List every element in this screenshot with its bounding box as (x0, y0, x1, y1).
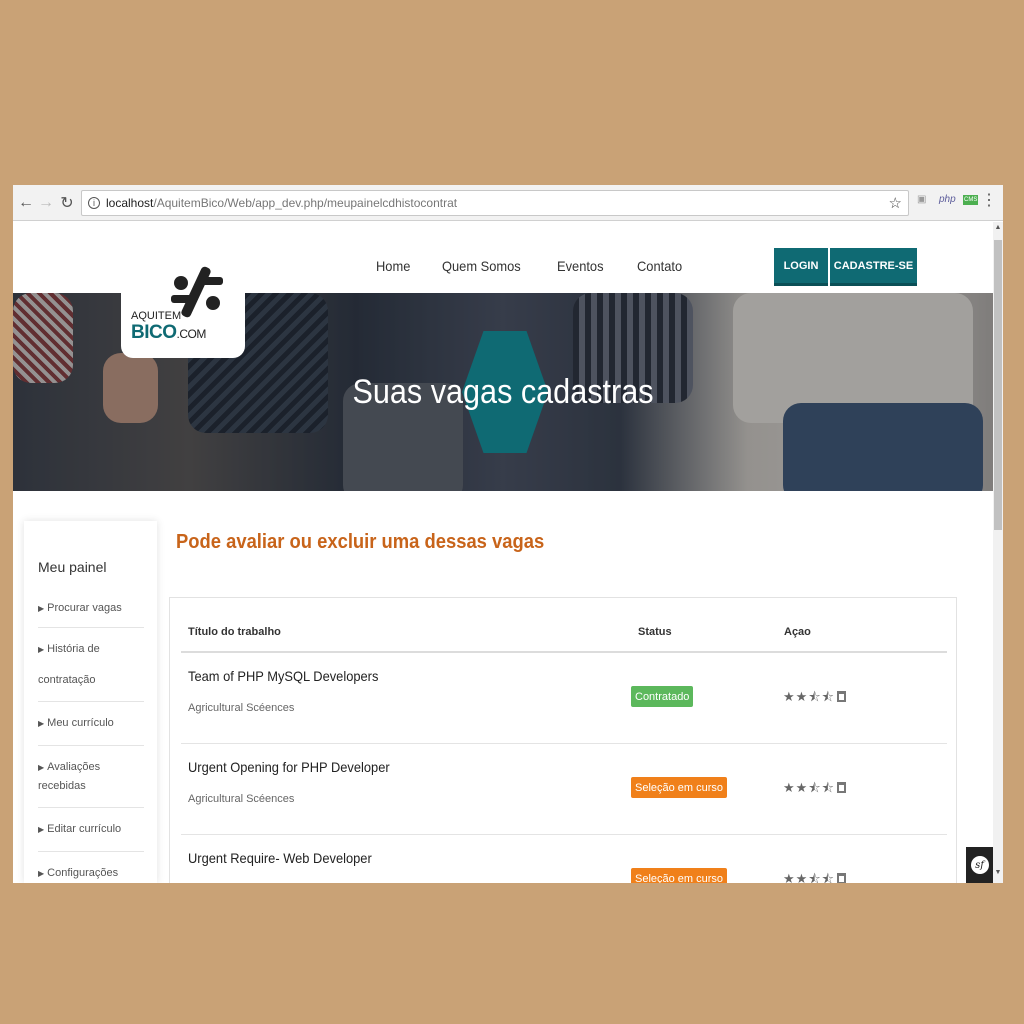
caret-right-icon: ▶ (38, 825, 45, 834)
trash-icon[interactable] (836, 691, 846, 702)
sidebar-item-meu-curriculo[interactable]: ▶ Meu currículo (38, 702, 144, 746)
caret-right-icon: ▶ (38, 763, 45, 772)
sidebar-item-label: Meu currículo (47, 717, 114, 729)
dashboard-sidebar: Meu painel ▶ Procurar vagas ▶ História de … (24, 521, 157, 883)
star-half-icon[interactable]: ⯪ (822, 689, 835, 704)
star-half-icon[interactable]: ⯪ (808, 780, 821, 795)
star-half-icon[interactable]: ⯪ (822, 871, 835, 883)
extension-icon[interactable]: ▣ (917, 194, 926, 205)
nav-contato[interactable]: Contato (637, 258, 682, 274)
section-heading: Pode avaliar ou excluir uma dessas vagas (176, 531, 545, 553)
address-bar[interactable]: i localhost/AquitemBico/Web/app_dev.php/… (81, 190, 909, 216)
logo-text-bico: BICO (131, 322, 177, 343)
back-icon[interactable]: ← (15, 192, 37, 214)
sidebar-item-label: Procurar vagas (47, 602, 122, 614)
trash-icon[interactable] (836, 873, 846, 883)
reload-icon[interactable]: ↻ (56, 192, 78, 214)
star-full-icon[interactable]: ★ (796, 780, 809, 795)
url-host: localhost (106, 196, 154, 210)
browser-window: ← → ↻ i localhost/AquitemBico/Web/app_de… (13, 185, 1003, 883)
status-badge: Contratado (631, 686, 694, 707)
symfony-icon: sf (970, 856, 989, 874)
job-category: Agricultural Scéences (188, 793, 295, 805)
column-header-action: Açao (784, 626, 811, 638)
sidebar-item-procurar-vagas[interactable]: ▶ Procurar vagas (38, 591, 144, 628)
scroll-up-icon[interactable]: ▲ (993, 224, 1003, 236)
row-actions: ★★⯪⯪ (783, 870, 846, 883)
sidebar-item-label: Configurações (47, 867, 119, 879)
status-badge: Seleção em curso (631, 868, 728, 883)
sidebar-item-editar-curriculo[interactable]: ▶ Editar currículo (38, 808, 144, 852)
row-actions: ★★⯪⯪ (783, 688, 846, 710)
column-header-status: Status (638, 626, 672, 638)
job-title[interactable]: Urgent Opening for PHP Developer (188, 759, 390, 775)
status-badge: Seleção em curso (631, 777, 728, 798)
symfony-toolbar-toggle[interactable]: sf (966, 847, 993, 883)
logo-text-main: BICO.COM (131, 322, 206, 344)
star-half-icon[interactable]: ⯪ (808, 689, 821, 704)
caret-right-icon: ▶ (38, 869, 45, 878)
star-full-icon[interactable]: ★ (783, 780, 796, 795)
page-scrollbar[interactable]: ▲ ▼ (993, 222, 1003, 883)
job-title[interactable]: Urgent Require- Web Developer (188, 850, 372, 866)
nav-home[interactable]: Home (376, 258, 410, 274)
page-title: Suas vagas cadastras (352, 373, 654, 411)
star-half-icon[interactable]: ⯪ (822, 780, 835, 795)
table-row: Team of PHP MySQL Developers Agricultura… (181, 653, 947, 744)
signup-button[interactable]: CADASTRE-SE (830, 248, 917, 286)
forward-icon[interactable]: → (35, 192, 57, 214)
trash-icon[interactable] (836, 782, 846, 793)
sidebar-title: Meu painel (38, 559, 107, 575)
jobs-table: Título do trabalho Status Açao Team of P… (169, 597, 957, 883)
caret-right-icon: ▶ (38, 719, 45, 728)
sidebar-menu: ▶ Procurar vagas ▶ História de contratação… (38, 591, 144, 883)
job-category: Agricultural Scéences (188, 702, 295, 714)
star-full-icon[interactable]: ★ (796, 689, 809, 704)
scroll-thumb[interactable] (994, 240, 1002, 530)
job-title[interactable]: Team of PHP MySQL Developers (188, 668, 378, 684)
sidebar-item-label: Editar currículo (47, 823, 122, 835)
nav-quem-somos[interactable]: Quem Somos (442, 258, 521, 274)
site-logo[interactable]: AQUITEM BICO.COM (121, 255, 245, 358)
login-button[interactable]: LOGIN (774, 248, 828, 286)
nav-eventos[interactable]: Eventos (557, 258, 604, 274)
browser-menu-icon[interactable]: ⋮ (981, 193, 997, 209)
scroll-down-icon[interactable]: ▼ (993, 869, 1003, 881)
php-extension-icon[interactable]: php (939, 194, 956, 205)
main-nav: Home Quem Somos Eventos Contato (376, 258, 715, 274)
browser-toolbar: ← → ↻ i localhost/AquitemBico/Web/app_de… (13, 185, 1003, 221)
info-icon[interactable]: i (88, 197, 100, 209)
caret-right-icon: ▶ (38, 604, 45, 613)
sidebar-item-label: Avaliações recebidas (38, 761, 101, 792)
sidebar-item-label: História de contratação (38, 643, 100, 686)
table-row: Urgent Require- Web Developer Seleção em… (181, 835, 947, 883)
caret-right-icon: ▶ (38, 645, 45, 654)
sidebar-item-historia-contratacao[interactable]: ▶ História de contratação (38, 628, 144, 702)
star-half-icon[interactable]: ⯪ (808, 871, 821, 883)
cms-extension-icon[interactable]: CMS (963, 195, 979, 205)
sidebar-item-avaliacoes[interactable]: ▶ Avaliações recebidas (38, 746, 144, 808)
logo-text-top: AQUITEM (131, 310, 182, 322)
sidebar-item-configuracoes[interactable]: ▶ Configurações (38, 852, 144, 883)
star-full-icon[interactable]: ★ (783, 871, 796, 883)
table-row: Urgent Opening for PHP Developer Agricul… (181, 744, 947, 835)
url-path: /AquitemBico/Web/app_dev.php/meupainelcd… (153, 196, 458, 210)
bookmark-star-icon[interactable]: ☆ (889, 194, 902, 212)
logo-text-suffix: .COM (176, 327, 207, 341)
star-full-icon[interactable]: ★ (783, 689, 796, 704)
row-actions: ★★⯪⯪ (783, 779, 846, 801)
column-header-title: Título do trabalho (188, 626, 281, 638)
star-full-icon[interactable]: ★ (796, 871, 809, 883)
